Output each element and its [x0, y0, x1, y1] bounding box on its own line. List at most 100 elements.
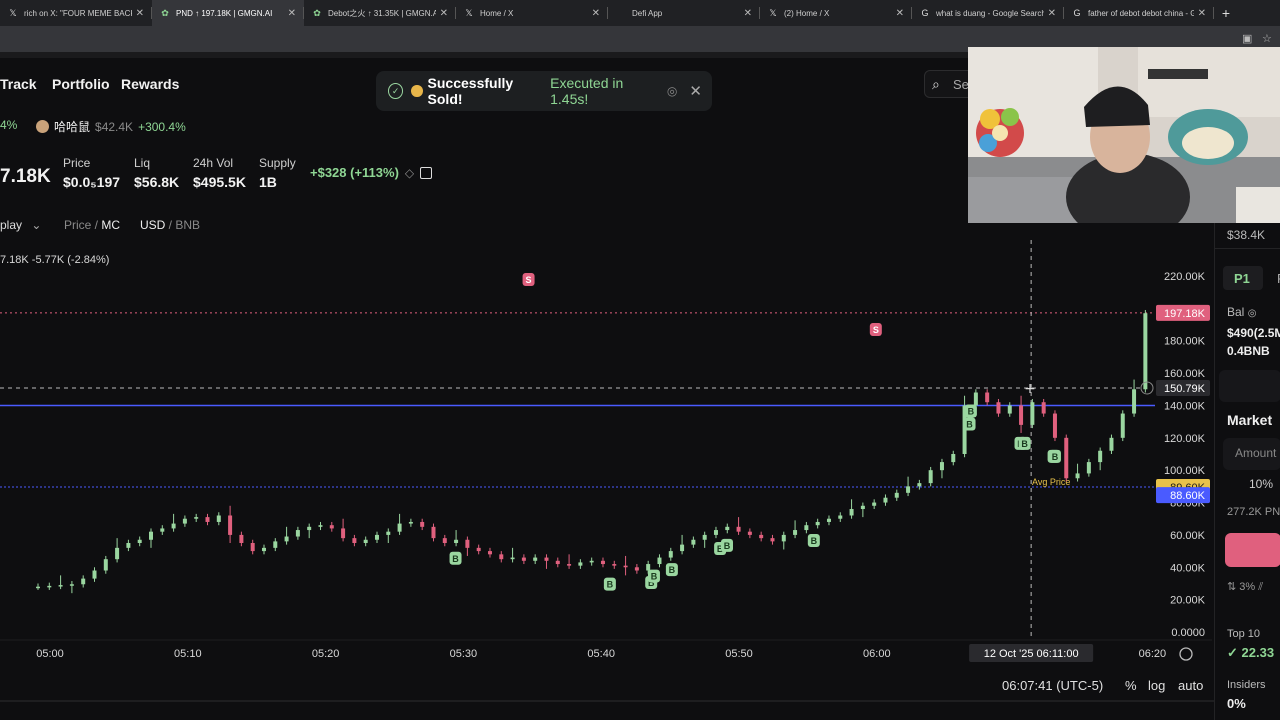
receive-amount: 277.2K PN	[1227, 506, 1280, 518]
candle-body	[487, 551, 492, 555]
settings-icon[interactable]	[1179, 647, 1193, 661]
close-tab-icon[interactable]: ✕	[440, 8, 448, 19]
liq-value: $56.8K	[134, 174, 180, 190]
y-tick-label: 160.00K	[1164, 368, 1206, 380]
insiders-value: 0%	[1227, 696, 1246, 711]
candle-body	[906, 486, 911, 493]
browser-tab-1[interactable]: 𝕏rich on X: "FOUR MEME BACK C ✕	[0, 0, 152, 26]
browser-tab-8[interactable]: Gfather of debot debot china - G ✕	[1064, 0, 1214, 26]
last-price-tag: 197.18K	[1164, 308, 1206, 320]
screenshot-icon[interactable]: ▣	[1242, 32, 1252, 45]
bookmark-icon[interactable]: ☆	[1262, 32, 1272, 45]
buy-marker-label: B	[651, 572, 658, 582]
new-tab-button[interactable]: +	[1214, 5, 1238, 21]
candle-body	[713, 530, 718, 535]
preset-p1[interactable]: P1	[1223, 266, 1263, 290]
candle-body	[137, 539, 142, 543]
y-tick-label: 140.00K	[1164, 400, 1206, 412]
candlestick-chart[interactable]: 7.18K -5.77K (-2.84%)220.00K200.00K180.0…	[0, 240, 1212, 670]
nav-portfolio[interactable]: Portfolio	[52, 76, 110, 92]
browser-tab-3[interactable]: ✿ Debot之火 ↑ 31.35K | GMGN.AI ✕	[304, 0, 456, 26]
scale-log[interactable]: log	[1148, 678, 1165, 693]
mc-toggle[interactable]: MC	[101, 218, 120, 232]
close-tab-icon[interactable]: ✕	[136, 8, 144, 19]
candle-body	[47, 585, 52, 588]
bnb-toggle[interactable]: BNB	[175, 218, 200, 232]
amount-input[interactable]: Amount	[1223, 438, 1280, 470]
candle-body	[691, 539, 696, 545]
candle-body	[860, 505, 865, 510]
browser-tab-6[interactable]: 𝕏 (2) Home / X ✕	[760, 0, 912, 26]
browser-tab-strip: 𝕏rich on X: "FOUR MEME BACK C ✕ ✿ PND ↑ 197…	[0, 0, 1280, 26]
price-mc-toggle[interactable]: Price / MC	[64, 218, 120, 232]
supply-label: Supply	[259, 156, 296, 170]
share-icon[interactable]: ◎	[667, 84, 677, 98]
candle-body	[284, 536, 289, 542]
candle-body	[386, 531, 391, 535]
scale-percent[interactable]: %	[1125, 678, 1137, 693]
token-name: 哈哈鼠	[54, 120, 91, 134]
close-tab-icon[interactable]: ✕	[744, 8, 752, 19]
browser-tab-7[interactable]: Gwhat is duang - Google Search ✕	[912, 0, 1064, 26]
tab-title: Debot之火 ↑ 31.35K | GMGN.AI	[328, 8, 436, 18]
candle-body	[454, 539, 459, 543]
candle-body	[770, 538, 775, 542]
browser-tab-4[interactable]: 𝕏 Home / X ✕	[456, 0, 608, 26]
candle-body	[725, 526, 730, 531]
close-tab-icon[interactable]: ✕	[1048, 8, 1056, 19]
candle-body	[374, 534, 379, 540]
ohlc-label: 7.18K -5.77K (-2.84%)	[0, 254, 109, 266]
bal-value: $490(2.5M	[1227, 326, 1280, 340]
buy-marker-label: B	[669, 565, 676, 575]
nav-rewards[interactable]: Rewards	[121, 76, 179, 92]
browser-tab-2[interactable]: ✿ PND ↑ 197.18K | GMGN.AI ✕	[152, 0, 304, 26]
candle-body	[1019, 405, 1024, 425]
candle-body	[623, 565, 628, 568]
pct-option[interactable]: 10%	[1249, 477, 1273, 491]
price-toggle[interactable]: Price	[64, 218, 91, 232]
market-cap-value: 7.18K	[0, 166, 51, 187]
ticker-token[interactable]: 哈哈鼠 $42.4K +300.4%	[36, 118, 186, 135]
close-tab-icon[interactable]: ✕	[896, 8, 904, 19]
browser-tab-5[interactable]: Defi App ✕	[608, 0, 760, 26]
sell-button[interactable]	[1225, 533, 1280, 567]
status-divider	[0, 700, 1214, 702]
candle-body	[228, 515, 233, 535]
candle-body	[883, 497, 888, 503]
close-tab-icon[interactable]: ✕	[1198, 8, 1206, 19]
candle-body	[985, 392, 990, 403]
candle-body	[363, 539, 368, 543]
slippage[interactable]: ⇅ 3% ⫽	[1227, 580, 1263, 594]
close-tab-icon[interactable]: ✕	[288, 8, 296, 19]
eye-icon[interactable]: ◇	[405, 166, 414, 180]
close-icon[interactable]: ✕	[689, 82, 702, 100]
usd-toggle[interactable]: USD	[140, 218, 165, 232]
close-tab-icon[interactable]: ✕	[592, 8, 600, 19]
display-dropdown[interactable]: play ⌄	[0, 218, 41, 232]
side-mc: $38.4K	[1227, 228, 1266, 242]
google-icon-icon: G	[1073, 8, 1081, 18]
vol-value: $495.5K	[193, 174, 246, 190]
google-icon-icon: G	[921, 8, 929, 18]
slippage-value: 3%	[1239, 581, 1256, 593]
nav-track[interactable]: Track	[0, 76, 37, 92]
candle-body	[781, 534, 786, 542]
frog-icon-icon: ✿	[313, 7, 321, 18]
candle-body	[736, 526, 741, 532]
mode-toggle[interactable]	[1219, 370, 1280, 402]
x-tick-label: 05:30	[450, 648, 478, 660]
y-tick-label: 180.00K	[1164, 336, 1206, 348]
check-circle-icon: ✓	[1227, 645, 1238, 660]
candle-body	[431, 526, 436, 539]
candle-body	[442, 538, 447, 543]
candle-body	[1052, 413, 1057, 438]
candle-body	[307, 526, 312, 531]
currency-toggle[interactable]: USD / BNB	[140, 218, 200, 232]
pnl-value: +$328 (+113%)	[310, 165, 399, 180]
token-change: +300.4%	[138, 119, 186, 134]
scale-auto[interactable]: auto	[1178, 678, 1203, 693]
candle-body	[476, 547, 481, 552]
candle-body	[1109, 437, 1114, 451]
market-tab[interactable]: Market	[1227, 412, 1272, 428]
share-link-icon[interactable]	[420, 166, 433, 179]
